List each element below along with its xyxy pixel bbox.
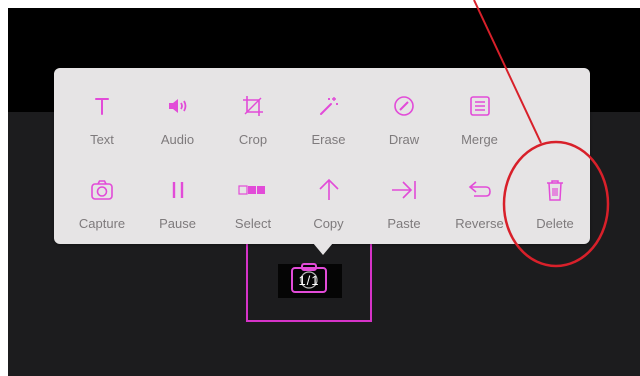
- menu-item-paste[interactable]: Paste: [366, 168, 442, 240]
- crop-icon: [215, 92, 291, 120]
- menu-item-label: Audio: [160, 132, 195, 147]
- text-icon: [64, 92, 140, 120]
- menu-item-label: Capture: [78, 216, 126, 231]
- menu-item-select[interactable]: Select: [215, 168, 291, 240]
- magic-wand-icon: [291, 92, 367, 120]
- menu-item-label: Delete: [536, 216, 574, 231]
- menu-item-pause[interactable]: Pause: [140, 168, 216, 240]
- menu-item-label: Text: [90, 132, 114, 147]
- menu-item-text[interactable]: Text: [64, 84, 140, 156]
- menu-item-label: Select: [234, 216, 272, 231]
- menu-item-label: Erase: [311, 132, 346, 147]
- menu-item-label: Merge: [461, 132, 498, 147]
- menu-item-reverse[interactable]: Reverse: [442, 168, 518, 240]
- menu-item-erase[interactable]: Erase: [291, 84, 367, 156]
- menu-item-label: Pause: [159, 216, 196, 231]
- menu-item-copy[interactable]: Copy: [291, 168, 367, 240]
- menu-item-label: Copy: [313, 216, 344, 231]
- menu-pointer: [313, 243, 333, 255]
- select-blocks-icon: [215, 176, 291, 204]
- menu-item-audio[interactable]: Audio: [140, 84, 216, 156]
- clip-counter: 1/1: [298, 273, 320, 288]
- menu-item-delete[interactable]: Delete: [517, 168, 593, 240]
- speaker-icon: [140, 92, 216, 120]
- arrow-right-bar-icon: [366, 176, 442, 204]
- camera-icon: [64, 176, 140, 204]
- trash-icon: [517, 176, 593, 204]
- pencil-circle-icon: [366, 92, 442, 120]
- menu-item-merge[interactable]: Merge: [442, 84, 518, 156]
- return-arrow-icon: [442, 176, 518, 204]
- merge-list-icon: [442, 92, 518, 120]
- pause-icon: [140, 176, 216, 204]
- menu-item-label: Crop: [238, 132, 268, 147]
- menu-item-label: Reverse: [455, 216, 504, 231]
- menu-item-draw[interactable]: Draw: [366, 84, 442, 156]
- menu-item-label: Draw: [388, 132, 420, 147]
- menu-item-capture[interactable]: Capture: [64, 168, 140, 240]
- menu-item-crop[interactable]: Crop: [215, 84, 291, 156]
- edit-context-menu: Text Audio Crop Erase Draw Merge Capture Pause…: [54, 68, 590, 244]
- menu-item-label: Paste: [387, 216, 421, 231]
- arrow-up-icon: [291, 176, 367, 204]
